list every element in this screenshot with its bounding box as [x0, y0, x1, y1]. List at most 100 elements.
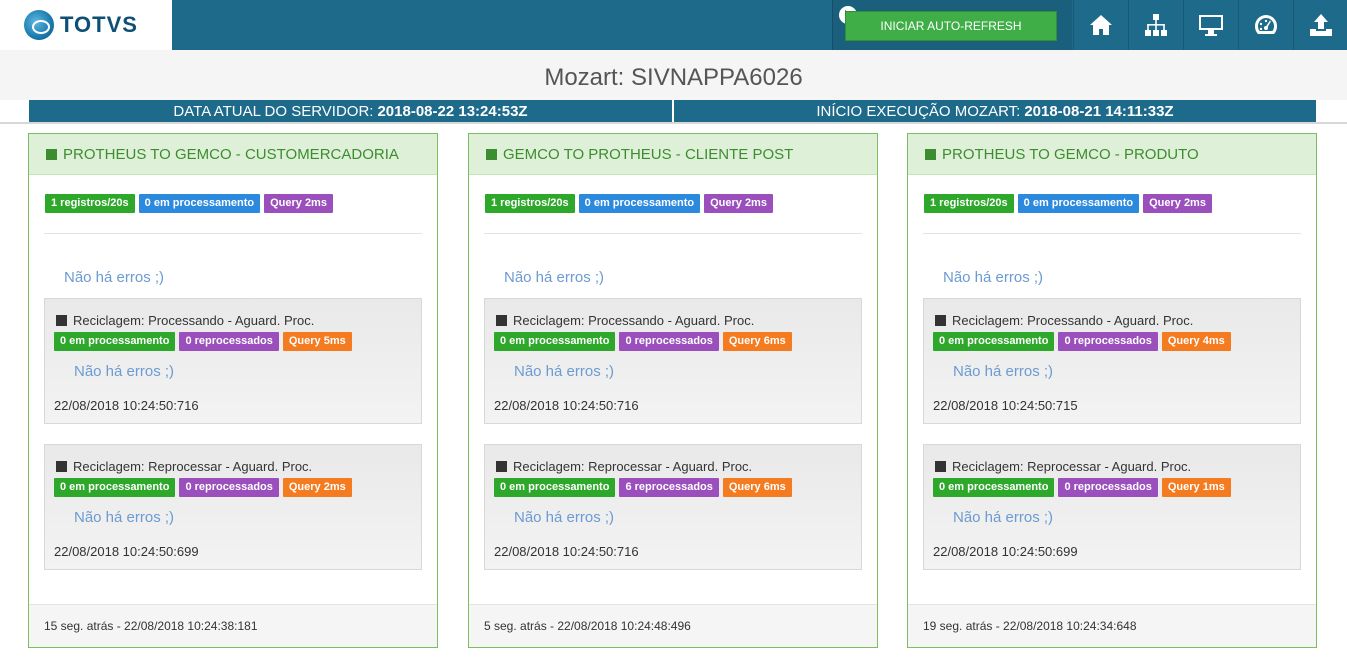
- upload-icon[interactable]: [1293, 0, 1347, 50]
- processing-badge: 0 em processamento: [1017, 194, 1140, 213]
- square-icon: [56, 315, 67, 326]
- recycling-title: Reciclagem: Reprocessar - Aguard. Proc.: [935, 459, 1191, 474]
- recycling-badges: 0 em processamento 0 reprocessados Query…: [54, 332, 352, 351]
- registros-badge: 1 registros/20s: [45, 194, 135, 213]
- timestamp: 22/08/2018 10:24:50:699: [54, 544, 199, 559]
- no-errors-text: Não há erros ;): [74, 509, 175, 526]
- processing-badge: 0 em processamento: [494, 478, 616, 497]
- integration-panel: GEMCO TO PROTHEUS - CLIENTE POST 1 regis…: [468, 133, 878, 648]
- recycling-title: Reciclagem: Processando - Aguard. Proc.: [935, 313, 1193, 328]
- timestamp: 22/08/2018 10:24:50:716: [54, 398, 199, 413]
- recycling-title-text: Reciclagem: Reprocessar - Aguard. Proc.: [952, 459, 1192, 474]
- mozart-start-value: 2018-08-21 14:11:33Z: [1024, 102, 1174, 120]
- autorefresh-button[interactable]: INICIAR AUTO-REFRESH: [845, 11, 1057, 41]
- no-errors-text: Não há erros ;): [943, 269, 1044, 286]
- no-errors-text: Não há erros ;): [514, 509, 615, 526]
- no-errors-text: Não há erros ;): [504, 269, 605, 286]
- panel-badges: 1 registros/20s 0 em processamento Query…: [924, 194, 1212, 213]
- home-icon[interactable]: [1073, 0, 1127, 50]
- panel-badges: 1 registros/20s 0 em processamento Query…: [45, 194, 333, 213]
- query-badge: Query 2ms: [282, 478, 352, 497]
- recycling-title: Reciclagem: Reprocessar - Aguard. Proc.: [496, 459, 752, 474]
- no-errors-text: Não há erros ;): [953, 363, 1054, 380]
- panel-footer: 19 seg. atrás - 22/08/2018 10:24:34:648: [908, 604, 1316, 647]
- processing-badge: 0 em processamento: [578, 194, 701, 213]
- query-badge: Query 2ms: [264, 194, 333, 213]
- mozart-start-label: INÍCIO EXECUÇÃO MOZART:: [816, 102, 1021, 120]
- server-date-value: 2018-08-22 13:24:53Z: [377, 102, 528, 120]
- status-square-icon: [486, 148, 497, 160]
- recycling-badges: 0 em processamento 6 reprocessados Query…: [494, 478, 792, 497]
- query-badge: Query 6ms: [722, 332, 792, 351]
- registros-badge: 1 registros/20s: [485, 194, 575, 213]
- integration-panel: PROTHEUS TO GEMCO - CUSTOMERCADORIA 1 re…: [28, 133, 438, 648]
- timestamp: 22/08/2018 10:24:50:716: [494, 544, 639, 559]
- status-square-icon: [925, 148, 936, 160]
- no-errors-text: Não há erros ;): [514, 363, 615, 380]
- query-badge: Query 2ms: [704, 194, 773, 213]
- panel-title: GEMCO TO PROTHEUS - CLIENTE POST: [503, 145, 794, 163]
- reprocessed-badge: 0 reprocessados: [179, 478, 279, 497]
- panel-title: PROTHEUS TO GEMCO - PRODUTO: [942, 145, 1199, 163]
- panel-header[interactable]: PROTHEUS TO GEMCO - CUSTOMERCADORIA: [29, 134, 437, 175]
- recycling-badges: 0 em processamento 0 reprocessados Query…: [933, 478, 1231, 497]
- square-icon: [496, 461, 507, 472]
- divider: [923, 233, 1301, 234]
- square-icon: [496, 315, 507, 326]
- square-icon: [935, 461, 946, 472]
- recycling-box: Reciclagem: Processando - Aguard. Proc. …: [44, 298, 422, 424]
- divider: [0, 122, 1347, 124]
- timestamp: 22/08/2018 10:24:50:715: [933, 398, 1078, 413]
- recycling-box: Reciclagem: Processando - Aguard. Proc. …: [484, 298, 862, 424]
- logo-text: TOTVS: [60, 12, 138, 37]
- recycling-title-text: Reciclagem: Processando - Aguard. Proc.: [952, 313, 1194, 328]
- registros-badge: 1 registros/20s: [924, 194, 1014, 213]
- server-date-bar: DATA ATUAL DO SERVIDOR: 2018-08-22 13:24…: [29, 100, 672, 122]
- mozart-start-bar: INÍCIO EXECUÇÃO MOZART: 2018-08-21 14:11…: [674, 100, 1316, 122]
- divider: [44, 233, 422, 234]
- page-title: Mozart: SIVNAPPA6026: [544, 64, 803, 91]
- square-icon: [56, 461, 67, 472]
- status-square-icon: [46, 148, 57, 160]
- no-errors-text: Não há erros ;): [64, 269, 165, 286]
- square-icon: [935, 315, 946, 326]
- query-badge: Query 1ms: [1161, 478, 1231, 497]
- panel-badges: 1 registros/20s 0 em processamento Query…: [485, 194, 773, 213]
- reprocessed-badge: 0 reprocessados: [1058, 478, 1158, 497]
- autorefresh-area: INICIAR AUTO-REFRESH: [832, 0, 1072, 50]
- totvs-globe-icon: [24, 10, 54, 40]
- query-badge: Query 4ms: [1161, 332, 1231, 351]
- top-navbar: TOTVS INICIAR AUTO-REFRESH: [0, 0, 1347, 50]
- query-badge: Query 6ms: [722, 478, 792, 497]
- recycling-box: Reciclagem: Reprocessar - Aguard. Proc. …: [923, 444, 1301, 570]
- panel-header[interactable]: GEMCO TO PROTHEUS - CLIENTE POST: [469, 134, 877, 175]
- sitemap-icon[interactable]: [1128, 0, 1182, 50]
- recycling-box: Reciclagem: Reprocessar - Aguard. Proc. …: [44, 444, 422, 570]
- dashboard-icon[interactable]: [1238, 0, 1292, 50]
- integration-panel: PROTHEUS TO GEMCO - PRODUTO 1 registros/…: [907, 133, 1317, 648]
- panel-header[interactable]: PROTHEUS TO GEMCO - PRODUTO: [908, 134, 1316, 175]
- no-errors-text: Não há erros ;): [74, 363, 175, 380]
- processing-badge: 0 em processamento: [933, 332, 1055, 351]
- reprocessed-badge: 0 reprocessados: [179, 332, 279, 351]
- recycling-badges: 0 em processamento 0 reprocessados Query…: [494, 332, 792, 351]
- reprocessed-badge: 6 reprocessados: [619, 478, 719, 497]
- monitor-icon[interactable]: [1183, 0, 1237, 50]
- recycling-title-text: Reciclagem: Processando - Aguard. Proc.: [73, 313, 315, 328]
- server-date-label: DATA ATUAL DO SERVIDOR:: [173, 102, 374, 120]
- recycling-title: Reciclagem: Reprocessar - Aguard. Proc.: [56, 459, 312, 474]
- timestamp: 22/08/2018 10:24:50:699: [933, 544, 1078, 559]
- query-badge: Query 2ms: [1143, 194, 1212, 213]
- processing-badge: 0 em processamento: [54, 332, 176, 351]
- processing-badge: 0 em processamento: [54, 478, 176, 497]
- panel-title: PROTHEUS TO GEMCO - CUSTOMERCADORIA: [63, 145, 399, 163]
- recycling-box: Reciclagem: Processando - Aguard. Proc. …: [923, 298, 1301, 424]
- recycling-title-text: Reciclagem: Reprocessar - Aguard. Proc.: [513, 459, 753, 474]
- reprocessed-badge: 0 reprocessados: [1058, 332, 1158, 351]
- logo[interactable]: TOTVS: [0, 0, 172, 50]
- panel-footer: 5 seg. atrás - 22/08/2018 10:24:48:496: [469, 604, 877, 647]
- reprocessed-badge: 0 reprocessados: [619, 332, 719, 351]
- processing-badge: 0 em processamento: [933, 478, 1055, 497]
- divider: [484, 233, 862, 234]
- processing-badge: 0 em processamento: [138, 194, 261, 213]
